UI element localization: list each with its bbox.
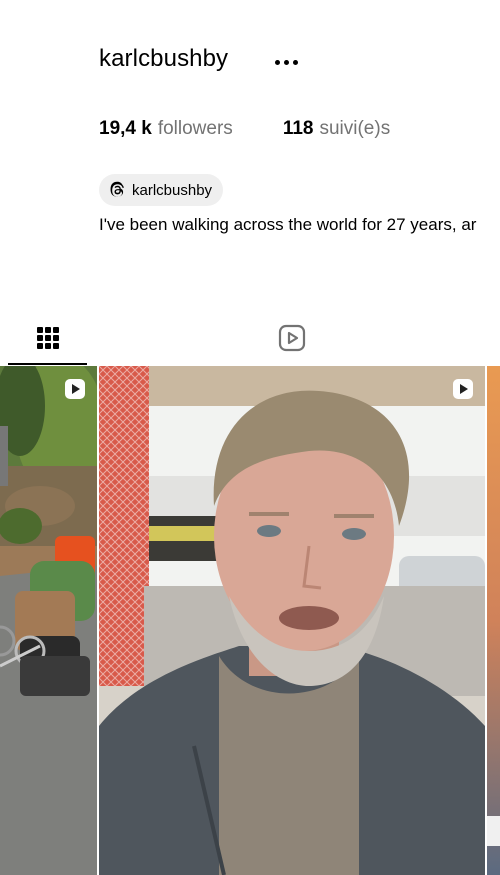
post-image bbox=[99, 366, 485, 875]
more-dot-icon bbox=[274, 59, 280, 65]
tab-posts[interactable] bbox=[8, 310, 87, 365]
following-stat[interactable]: 118 suivi(e)s bbox=[283, 118, 390, 140]
followers-count: 19,4 k bbox=[99, 118, 152, 139]
profile-tabs bbox=[0, 310, 500, 366]
threads-badge-link[interactable]: karlcbushby bbox=[99, 174, 224, 206]
posts-grid bbox=[0, 366, 500, 875]
more-dot-icon bbox=[283, 59, 289, 65]
grid-icon bbox=[36, 326, 59, 349]
post-thumbnail[interactable] bbox=[487, 366, 500, 875]
post-image bbox=[0, 366, 97, 875]
threads-icon bbox=[110, 181, 124, 197]
post-image bbox=[487, 366, 500, 875]
profile-username: karlcbushby bbox=[99, 45, 229, 72]
post-thumbnail[interactable] bbox=[0, 366, 97, 875]
reel-icon bbox=[65, 379, 85, 399]
followers-label: followers bbox=[157, 118, 233, 139]
more-dot-icon bbox=[292, 59, 298, 65]
more-options-button[interactable] bbox=[268, 48, 304, 76]
following-count: 118 bbox=[282, 118, 314, 139]
followers-stat[interactable]: 19,4 k followers bbox=[99, 118, 233, 140]
profile-bio: I've been walking across the world for 2… bbox=[99, 215, 477, 234]
reels-icon bbox=[278, 324, 305, 351]
reel-icon bbox=[453, 379, 473, 399]
tab-reels[interactable] bbox=[252, 310, 331, 365]
profile-stats: 19,4 k followers 118 suivi(e)s bbox=[99, 118, 390, 140]
following-label: suivi(e)s bbox=[319, 118, 391, 139]
post-thumbnail[interactable] bbox=[99, 366, 485, 875]
profile-page: karlcbushby 19,4 k followers 118 suivi(e… bbox=[0, 0, 500, 875]
threads-handle: karlcbushby bbox=[132, 181, 213, 199]
